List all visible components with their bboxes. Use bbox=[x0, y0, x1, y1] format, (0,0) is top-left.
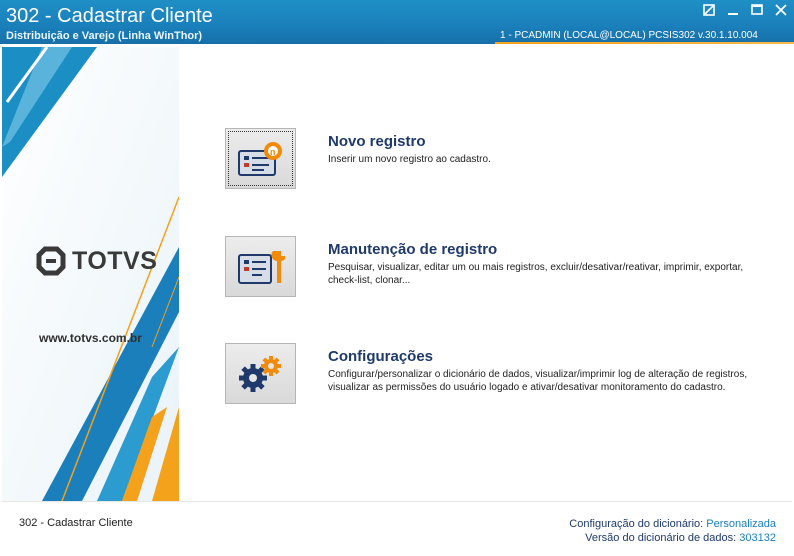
dict-config-label: Configuração do dicionário: bbox=[569, 518, 704, 530]
window-controls bbox=[702, 3, 788, 17]
new-record-icon: n bbox=[237, 141, 282, 176]
restore-icon[interactable] bbox=[702, 3, 716, 17]
totvs-logo: TOTVS bbox=[36, 246, 157, 276]
settings-gears-icon bbox=[238, 355, 281, 392]
sidebar-banner: TOTVS www.totvs.com.br bbox=[2, 47, 179, 501]
website-link: www.totvs.com.br bbox=[39, 331, 142, 345]
footer-routine-name: 302 - Cadastrar Cliente bbox=[19, 517, 133, 529]
session-status: 1 - PCADMIN (LOCAL@LOCAL) PCSIS302 v.30.… bbox=[500, 30, 758, 41]
window-title: 302 - Cadastrar Cliente bbox=[6, 5, 213, 27]
new-record-title[interactable]: Novo registro bbox=[328, 133, 426, 150]
title-bar: 302 - Cadastrar Cliente Distribuição e V… bbox=[0, 0, 794, 44]
new-record-button[interactable]: n bbox=[225, 128, 296, 189]
dict-version-label: Versão do dicionário de dados: bbox=[585, 532, 737, 544]
settings-button[interactable] bbox=[225, 343, 296, 404]
totvs-logo-text: TOTVS bbox=[72, 246, 158, 275]
dict-config-value: Personalizada bbox=[706, 518, 776, 530]
minimize-icon[interactable] bbox=[726, 3, 740, 17]
new-record-description: Inserir um novo registro ao cadastro. bbox=[328, 154, 491, 165]
maintenance-description: Pesquisar, visualizar, editar um ou mais… bbox=[328, 262, 744, 286]
maximize-icon[interactable] bbox=[750, 3, 764, 17]
svg-text:n: n bbox=[270, 147, 276, 157]
dict-version-value: 303132 bbox=[739, 532, 776, 544]
settings-title[interactable]: Configurações bbox=[328, 348, 433, 365]
status-footer: 302 - Cadastrar Cliente Configuração do … bbox=[2, 501, 792, 553]
maintenance-icon bbox=[237, 250, 285, 284]
close-icon[interactable] bbox=[774, 3, 788, 17]
totvs-logo-icon bbox=[36, 246, 66, 276]
maintenance-title[interactable]: Manutenção de registro bbox=[328, 241, 497, 258]
window-subtitle: Distribuição e Varejo (Linha WinThor) bbox=[6, 30, 203, 42]
dictionary-info: Configuração do dicionário: Personalizad… bbox=[569, 517, 776, 545]
settings-description: Configurar/personalizar o dicionário de … bbox=[328, 369, 748, 393]
maintenance-button[interactable] bbox=[225, 236, 296, 297]
